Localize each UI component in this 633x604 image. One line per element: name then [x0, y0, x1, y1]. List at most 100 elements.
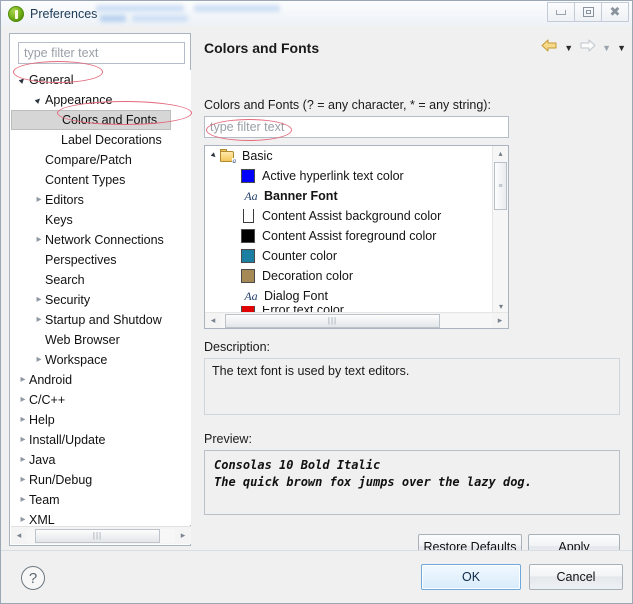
list-item[interactable]: Content Assist foreground color — [205, 226, 508, 246]
list-horizontal-scrollbar[interactable]: ◂ ||| ▸ — [205, 312, 508, 328]
list-item[interactable]: Aa Dialog Font — [205, 286, 508, 306]
sidebar-item-label: Keys — [45, 213, 73, 227]
scroll-track[interactable]: ||| — [27, 528, 175, 543]
sidebar-item-label: Security — [45, 293, 91, 307]
collapse-arrow-icon[interactable] — [17, 490, 29, 510]
preferences-tree-pane: type filter text General Appearance Colors… — [9, 33, 191, 546]
collapse-arrow-icon[interactable] — [17, 470, 29, 490]
sidebar-item-appearance[interactable]: Appearance — [11, 90, 191, 110]
sidebar-item-startup-and-shutdow[interactable]: Startup and Shutdow — [11, 310, 191, 330]
sidebar-item-colors-and-fonts[interactable]: Colors and Fonts — [11, 110, 171, 130]
sidebar-item-team[interactable]: Team — [11, 490, 191, 510]
colors-fonts-root-label: Basic — [242, 149, 273, 163]
list-item[interactable]: Content Assist background color — [205, 206, 508, 226]
sidebar-item-run-debug[interactable]: Run/Debug — [11, 470, 191, 490]
font-sample-icon: Aa — [244, 288, 258, 303]
scroll-right-icon[interactable]: ▸ — [175, 530, 191, 541]
sidebar-item-compare-patch[interactable]: Compare/Patch — [11, 150, 191, 170]
collapse-arrow-icon[interactable] — [33, 350, 45, 370]
sidebar-item-label-decorations[interactable]: Label Decorations — [11, 130, 191, 150]
back-history-chevron-down-icon[interactable]: ▼ — [564, 43, 573, 53]
list-item-label: Content Assist foreground color — [262, 229, 437, 243]
list-item-label: Decoration color — [262, 269, 354, 283]
sidebar-item-search[interactable]: Search — [11, 270, 191, 290]
redacted-title-region — [96, 3, 328, 23]
close-icon[interactable]: ✖ — [601, 2, 629, 22]
sidebar-item-label: Appearance — [45, 93, 113, 107]
title-bar: Preferences ✖ — [1, 1, 632, 26]
sidebar-item-web-browser[interactable]: Web Browser — [11, 330, 191, 350]
collapse-arrow-icon[interactable] — [17, 390, 29, 410]
sidebar-item-network-connections[interactable]: Network Connections — [11, 230, 191, 250]
sidebar-item-label: Run/Debug — [29, 473, 93, 487]
vscroll-thumb[interactable]: ≡ — [494, 162, 507, 210]
maximize-icon[interactable] — [574, 2, 602, 22]
sidebar-item-label: Network Connections — [45, 233, 164, 247]
collapse-arrow-icon[interactable] — [33, 290, 45, 310]
scroll-left-icon[interactable]: ◂ — [11, 530, 27, 541]
preferences-tree[interactable]: General Appearance Colors and Fonts Label D… — [11, 70, 191, 525]
list-item[interactable]: Counter color — [205, 246, 508, 266]
collapse-arrow-icon[interactable] — [17, 370, 29, 390]
sidebar-item-java[interactable]: Java — [11, 450, 191, 470]
sidebar-item-perspectives[interactable]: Perspectives — [11, 250, 191, 270]
scroll-left-icon[interactable]: ◂ — [205, 315, 221, 326]
cancel-button[interactable]: Cancel — [529, 564, 623, 590]
list-item[interactable]: Active hyperlink text color — [205, 166, 508, 186]
sidebar-item-editors[interactable]: Editors — [11, 190, 191, 210]
back-arrow-icon[interactable] — [541, 38, 558, 58]
scroll-thumb[interactable]: ||| — [225, 313, 440, 328]
collapse-arrow-icon[interactable] — [17, 430, 29, 450]
tree-horizontal-scrollbar[interactable]: ◂ ||| ▸ — [11, 526, 191, 544]
expand-arrow-icon[interactable] — [17, 70, 29, 90]
color-swatch — [241, 229, 255, 243]
colors-fonts-root-basic[interactable]: ▸ a Basic — [205, 146, 508, 166]
list-item[interactable]: Aa Banner Font — [205, 186, 508, 206]
list-item[interactable]: Decoration color — [205, 266, 508, 286]
scroll-thumb[interactable]: ||| — [35, 528, 160, 543]
sidebar-item-label: XML — [29, 513, 55, 525]
sidebar-item-install-update[interactable]: Install/Update — [11, 430, 191, 450]
preferences-dialog: Preferences ✖ type filter text General Ap… — [0, 0, 633, 604]
sidebar-item-label: General — [29, 73, 74, 87]
font-sample-icon: Aa — [244, 188, 258, 203]
collapse-arrow-icon[interactable] — [33, 310, 45, 330]
forward-arrow-icon — [579, 38, 596, 58]
dialog-body: type filter text General Appearance Colors… — [1, 26, 632, 559]
sidebar-item-content-types[interactable]: Content Types — [11, 170, 191, 190]
forward-history-chevron-down-icon[interactable]: ▼ — [602, 43, 611, 53]
colors-fonts-tree[interactable]: ▸ a Basic Active hyperlink text color Aa Bann… — [204, 145, 509, 329]
sidebar-item-help[interactable]: Help — [11, 410, 191, 430]
expand-arrow-icon[interactable] — [33, 90, 45, 110]
collapse-arrow-icon[interactable] — [17, 450, 29, 470]
help-icon[interactable]: ? — [21, 566, 45, 590]
list-vertical-scrollbar[interactable]: ▴ ≡ ▾ — [492, 146, 508, 314]
collapse-arrow-icon[interactable] — [33, 230, 45, 250]
folder-font-icon: a — [220, 149, 237, 165]
sidebar-item-general[interactable]: General — [11, 70, 191, 90]
scroll-right-icon[interactable]: ▸ — [492, 315, 508, 326]
collapse-arrow-icon[interactable] — [17, 510, 29, 525]
sidebar-item-label: Content Types — [45, 173, 126, 187]
minimize-icon[interactable] — [547, 2, 575, 22]
collapse-arrow-icon[interactable] — [17, 410, 29, 430]
preview-line-2: The quick brown fox jumps over the lazy … — [214, 475, 532, 489]
collapse-arrow-icon[interactable] — [33, 190, 45, 210]
scroll-up-icon[interactable]: ▴ — [493, 146, 508, 161]
list-item-label: Dialog Font — [264, 289, 328, 303]
sidebar-item-android[interactable]: Android — [11, 370, 191, 390]
scroll-track[interactable]: ||| — [221, 313, 492, 328]
sidebar-item-xml[interactable]: XML — [11, 510, 191, 525]
preview-label: Preview: — [204, 432, 252, 446]
sidebar-item-security[interactable]: Security — [11, 290, 191, 310]
sidebar-item-label: Android — [29, 373, 73, 387]
sidebar-item-keys[interactable]: Keys — [11, 210, 191, 230]
sidebar-item-workspace[interactable]: Workspace — [11, 350, 191, 370]
page-title: Colors and Fonts — [204, 40, 320, 56]
sidebar-item-label: Label Decorations — [61, 133, 162, 147]
sidebar-filter-input[interactable]: type filter text — [18, 42, 185, 64]
sidebar-item-c-c[interactable]: C/C++ — [11, 390, 191, 410]
colors-fonts-filter-input[interactable]: type filter text — [204, 116, 509, 138]
ok-button[interactable]: OK — [421, 564, 521, 590]
chevron-down-filled-icon[interactable]: ▼ — [617, 43, 626, 53]
